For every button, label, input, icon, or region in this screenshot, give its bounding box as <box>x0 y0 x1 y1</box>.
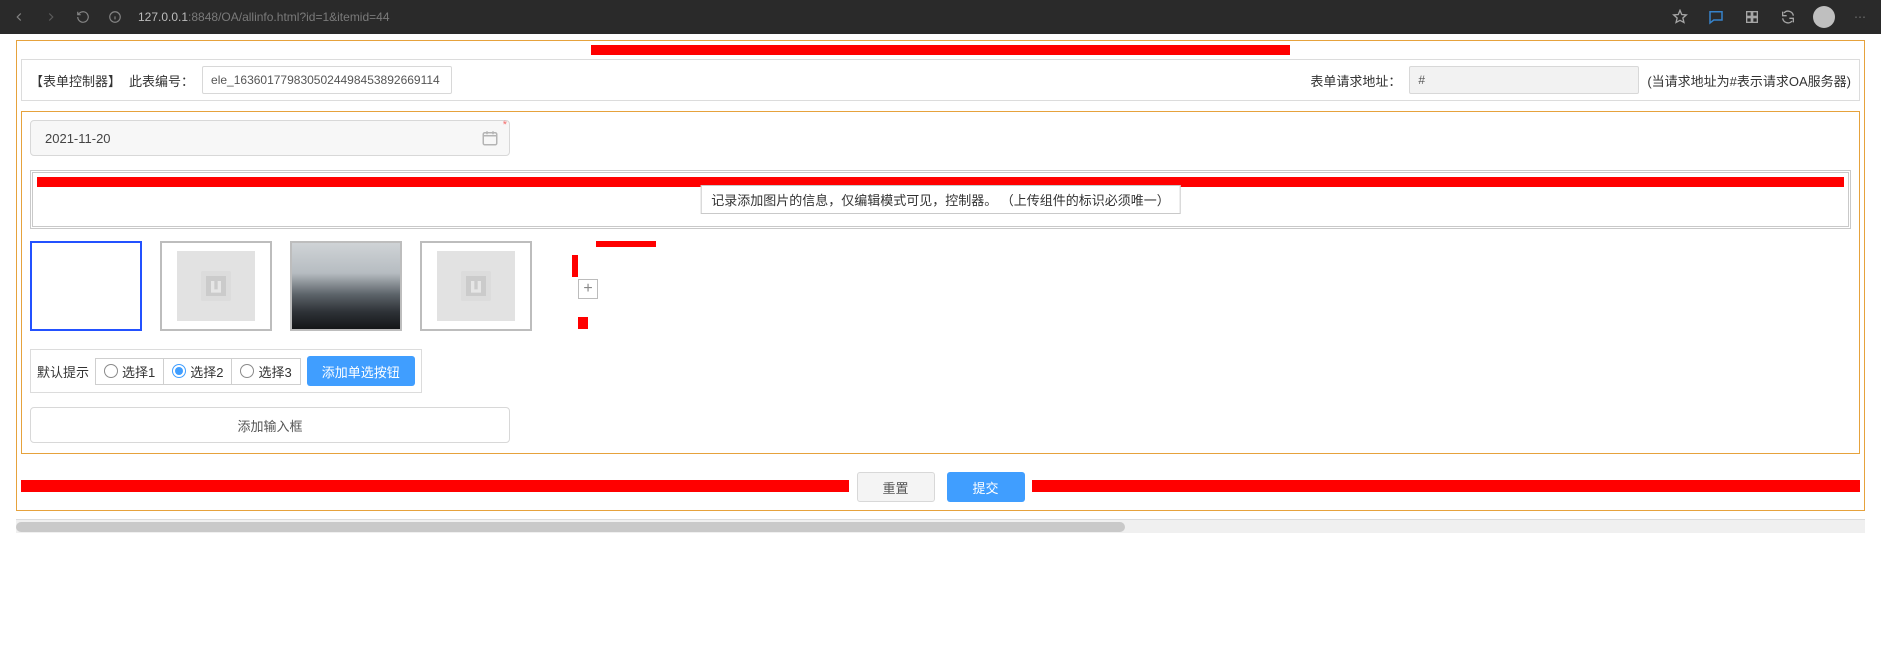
collections-icon[interactable] <box>1741 6 1763 28</box>
highlight-bar <box>21 480 849 492</box>
reset-button[interactable]: 重置 <box>857 472 935 502</box>
radio-option-1[interactable]: 选择1 <box>96 359 164 384</box>
address-bar[interactable]: 127.0.0.1:8848/OA/allinfo.html?id=1&item… <box>138 10 390 24</box>
thumbnail-4[interactable] <box>420 241 532 331</box>
browser-chrome: 127.0.0.1:8848/OA/allinfo.html?id=1&item… <box>0 0 1881 34</box>
form-controller-panel: 【表单控制器】 此表编号： ele_1636017798305024498453… <box>16 40 1865 511</box>
profile-avatar[interactable] <box>1813 6 1835 28</box>
upload-info-label: 记录添加图片的信息，仅编辑模式可见，控制器。 （上传组件的标识必须唯一） <box>700 185 1181 214</box>
form-id-value[interactable]: ele_16360177983050244984538926691​14 <box>202 66 452 94</box>
chat-icon[interactable] <box>1705 6 1727 28</box>
radio-dot <box>172 364 186 378</box>
add-radio-button[interactable]: 添加单选按钮 <box>307 356 415 386</box>
form-body-panel: 2021-11-20 * 记录添加图片的信息，仅编辑模式可见，控制器。 （上传组… <box>21 111 1860 454</box>
form-url-hint: (当请求地址为#表示请求OA服务器) <box>1647 71 1851 90</box>
calendar-icon <box>481 129 499 147</box>
form-controller-row: 【表单控制器】 此表编号： ele_1636017798305024498453… <box>21 59 1860 101</box>
thumbnail-row: + <box>30 241 1851 331</box>
add-input-button[interactable]: 添加输入框 <box>30 407 510 443</box>
url-path: :8848/OA/allinfo.html?id=1&itemid=44 <box>188 10 389 24</box>
add-input-label: 添加输入框 <box>237 416 302 435</box>
radio-dot <box>104 364 118 378</box>
highlight-bar <box>578 317 588 329</box>
radio-option-3[interactable]: 选择3 <box>232 359 299 384</box>
highlight-bar <box>596 241 656 247</box>
image-upload-panel: 记录添加图片的信息，仅编辑模式可见，控制器。 （上传组件的标识必须唯一） <box>30 170 1851 229</box>
form-url-label: 表单请求地址： <box>1310 71 1401 90</box>
thumbnail-1[interactable] <box>30 241 142 331</box>
form-url-value[interactable]: # <box>1409 66 1639 94</box>
radio-label: 选择1 <box>122 362 155 381</box>
upload-widget[interactable]: + <box>550 241 660 331</box>
nav-reload-icon[interactable] <box>74 8 92 26</box>
radio-option-2[interactable]: 选择2 <box>164 359 232 384</box>
nav-back-icon[interactable] <box>10 8 28 26</box>
radio-row: 默认提示 选择1 选择2 选择3 添加单选按钮 <box>30 349 422 393</box>
info-icon[interactable] <box>106 8 124 26</box>
favorites-icon[interactable] <box>1669 6 1691 28</box>
more-icon[interactable]: ⋯ <box>1849 6 1871 28</box>
form-footer: 重置 提交 <box>21 470 1860 504</box>
radio-hint: 默认提示 <box>37 362 89 381</box>
horizontal-scrollbar[interactable] <box>16 519 1865 533</box>
highlight-bar <box>572 255 578 277</box>
radio-label: 选择2 <box>190 362 223 381</box>
nav-forward-icon[interactable] <box>42 8 60 26</box>
image-placeholder-icon <box>437 251 515 321</box>
submit-button[interactable]: 提交 <box>947 472 1025 502</box>
thumbnail-3[interactable] <box>290 241 402 331</box>
radio-group: 选择1 选择2 选择3 <box>95 358 301 385</box>
form-controller-title: 【表单控制器】 <box>30 71 121 90</box>
date-value: 2021-11-20 <box>45 131 111 146</box>
highlight-bar <box>591 45 1290 55</box>
required-star: * <box>503 119 507 131</box>
highlight-bar <box>1032 480 1860 492</box>
radio-label: 选择3 <box>258 362 291 381</box>
url-host: 127.0.0.1 <box>138 10 188 24</box>
image-placeholder-icon <box>177 251 255 321</box>
form-id-label: 此表编号： <box>129 71 194 90</box>
add-image-button[interactable]: + <box>578 279 598 299</box>
sync-icon[interactable] <box>1777 6 1799 28</box>
thumbnail-2[interactable] <box>160 241 272 331</box>
date-input[interactable]: 2021-11-20 * <box>30 120 510 156</box>
scrollbar-thumb[interactable] <box>16 522 1125 532</box>
radio-dot <box>240 364 254 378</box>
